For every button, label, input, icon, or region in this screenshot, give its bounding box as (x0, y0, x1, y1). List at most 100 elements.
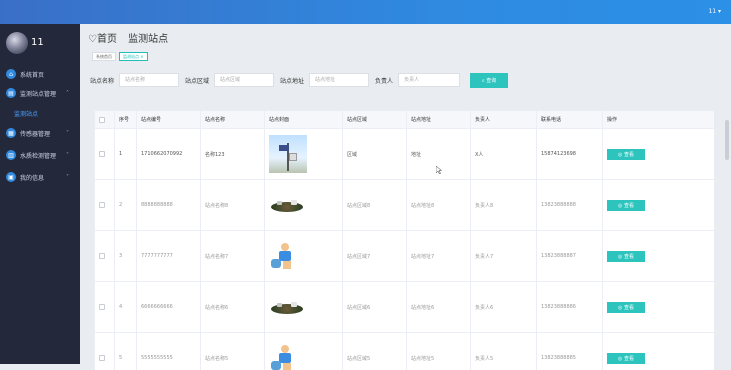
sidebar-item-sensor-management[interactable]: ▦ 传感器管理 ˅ (6, 127, 50, 139)
breadcrumb-current: 监测站点 (128, 34, 168, 45)
table-row: 5 5555555555 站点名称5 站点区域5 站点地址5 负责人5 1382… (95, 333, 715, 370)
sidebar-item-water-quality[interactable]: ▥ 水质检测管理 ˅ (6, 149, 56, 161)
username: 11 (31, 37, 44, 48)
row-checkbox[interactable] (99, 355, 105, 361)
row-name: 站点名称7 (201, 231, 265, 282)
row-actions: ◎ 查看 (603, 180, 715, 231)
row-cover (265, 333, 343, 370)
chevron-down-icon: ˅ (66, 130, 69, 137)
column-header: 负责人 (471, 111, 537, 129)
row-actions: ◎ 查看 (603, 333, 715, 370)
station-icon: ▤ (6, 88, 16, 98)
column-header: 站点封面 (265, 111, 343, 129)
sidebar-item-label: 系统首页 (20, 70, 44, 79)
row-phone: 13823888886 (537, 282, 603, 333)
table-row: 4 6666666666 站点名称6 站点区域6 站点地址6 负责人6 1382… (95, 282, 715, 333)
station-name-input[interactable]: 站点名称 (119, 73, 179, 87)
filter-label-address: 站点地址 (280, 76, 304, 85)
row-checkbox[interactable] (99, 202, 105, 208)
top-bar: 11 ▾ (0, 0, 731, 24)
page-title: ♡首页 监测站点 (88, 30, 168, 45)
view-button[interactable]: ◎ 查看 (607, 353, 645, 364)
user-menu[interactable]: 11 ▾ (708, 8, 721, 15)
row-code: 6666666666 (137, 282, 201, 333)
sidebar-item-station-management[interactable]: ▤ 监测站点管理 ˄ (6, 87, 56, 99)
row-phone: 13823888885 (537, 333, 603, 370)
column-header: 站点名称 (201, 111, 265, 129)
user-icon: ▣ (6, 172, 16, 182)
avatar (6, 32, 28, 54)
row-address: 站点地址6 (407, 282, 471, 333)
station-photo (269, 135, 307, 173)
table-row: 3 7777777777 站点名称7 站点区域7 站点地址7 负责人7 1382… (95, 231, 715, 282)
row-no: 5 (115, 333, 137, 370)
row-region: 站点区域7 (343, 231, 407, 282)
row-code: 1710662070992 (137, 129, 201, 180)
scrollbar[interactable] (725, 120, 729, 160)
filter-label-owner: 负责人 (375, 76, 393, 85)
row-no: 4 (115, 282, 137, 333)
column-header: 站点区域 (343, 111, 407, 129)
search-button[interactable]: ⌕ 查询 (470, 73, 508, 88)
row-address: 站点地址5 (407, 333, 471, 370)
row-region: 区域 (343, 129, 407, 180)
row-owner: X人 (471, 129, 537, 180)
select-all-checkbox[interactable] (99, 117, 105, 123)
station-region-input[interactable]: 站点区域 (214, 73, 274, 87)
header-checkbox-cell[interactable] (95, 111, 115, 129)
row-owner: 负责人7 (471, 231, 537, 282)
row-actions: ◎ 查看 (603, 231, 715, 282)
filter-label-name: 站点名称 (90, 76, 114, 85)
sidebar-item-label: 水质检测管理 (20, 151, 56, 160)
chevron-down-icon: ˅ (66, 152, 69, 159)
filter-bar: 站点名称 站点名称 站点区域 站点区域 站点地址 站点地址 负责人 负责人 ⌕ … (90, 72, 508, 88)
tab-stations[interactable]: 监测站点 × (119, 52, 148, 61)
row-checkbox[interactable] (99, 304, 105, 310)
sensor-icon: ▦ (6, 128, 16, 138)
row-cover (265, 282, 343, 333)
row-address: 站点地址8 (407, 180, 471, 231)
view-button[interactable]: ◎ 查看 (607, 200, 645, 211)
row-cover (265, 129, 343, 180)
kid-cleanup-image (269, 241, 301, 271)
row-name: 站点名称5 (201, 333, 265, 370)
column-header: 联系电话 (537, 111, 603, 129)
column-header: 站点编号 (137, 111, 201, 129)
owner-input[interactable]: 负责人 (398, 73, 460, 87)
home-icon: ⌂ (6, 69, 16, 79)
sidebar-item-stations[interactable]: 监测站点 (14, 109, 38, 118)
water-icon: ▥ (6, 150, 16, 160)
row-code: 8888888888 (137, 180, 201, 231)
chevron-down-icon: ˅ (66, 174, 69, 181)
sidebar-item-label: 传感器管理 (20, 129, 50, 138)
sidebar-item-home[interactable]: ⌂ 系统首页 (6, 68, 44, 80)
breadcrumb-home[interactable]: ♡首页 (88, 34, 117, 45)
view-button[interactable]: ◎ 查看 (607, 149, 645, 160)
tab-bar: 系统首页 监测站点 × (92, 52, 148, 61)
sidebar-item-label: 我的信息 (20, 173, 44, 182)
row-cover (265, 231, 343, 282)
station-address-input[interactable]: 站点地址 (309, 73, 369, 87)
column-header: 操作 (603, 111, 715, 129)
row-checkbox[interactable] (99, 151, 105, 157)
row-code: 5555555555 (137, 333, 201, 370)
column-header: 站点地址 (407, 111, 471, 129)
sidebar-item-my-info[interactable]: ▣ 我的信息 ˅ (6, 171, 44, 183)
tab-home[interactable]: 系统首页 (92, 52, 116, 61)
view-button[interactable]: ◎ 查看 (607, 251, 645, 262)
table-row: 1 1710662070992 名称123 区域 地址 X人 158741236… (95, 129, 715, 180)
table-row: 2 8888888888 站点名称8 站点区域8 站点地址8 负责人8 1382… (95, 180, 715, 231)
kid-cleanup-image (269, 343, 301, 370)
row-region: 站点区域6 (343, 282, 407, 333)
row-no: 1 (115, 129, 137, 180)
view-button[interactable]: ◎ 查看 (607, 302, 645, 313)
row-region: 站点区域8 (343, 180, 407, 231)
row-actions: ◎ 查看 (603, 282, 715, 333)
row-name: 站点名称6 (201, 282, 265, 333)
row-checkbox[interactable] (99, 253, 105, 259)
trash-pile-image (269, 196, 305, 214)
row-name: 名称123 (201, 129, 265, 180)
filter-label-region: 站点区域 (185, 76, 209, 85)
sidebar: 11 ⌂ 系统首页 ▤ 监测站点管理 ˄ 监测站点 ▦ 传感器管理 ˅ ▥ 水质… (0, 24, 80, 364)
table-header-row: 序号 站点编号 站点名称 站点封面 站点区域 站点地址 负责人 联系电话 操作 (95, 111, 715, 129)
